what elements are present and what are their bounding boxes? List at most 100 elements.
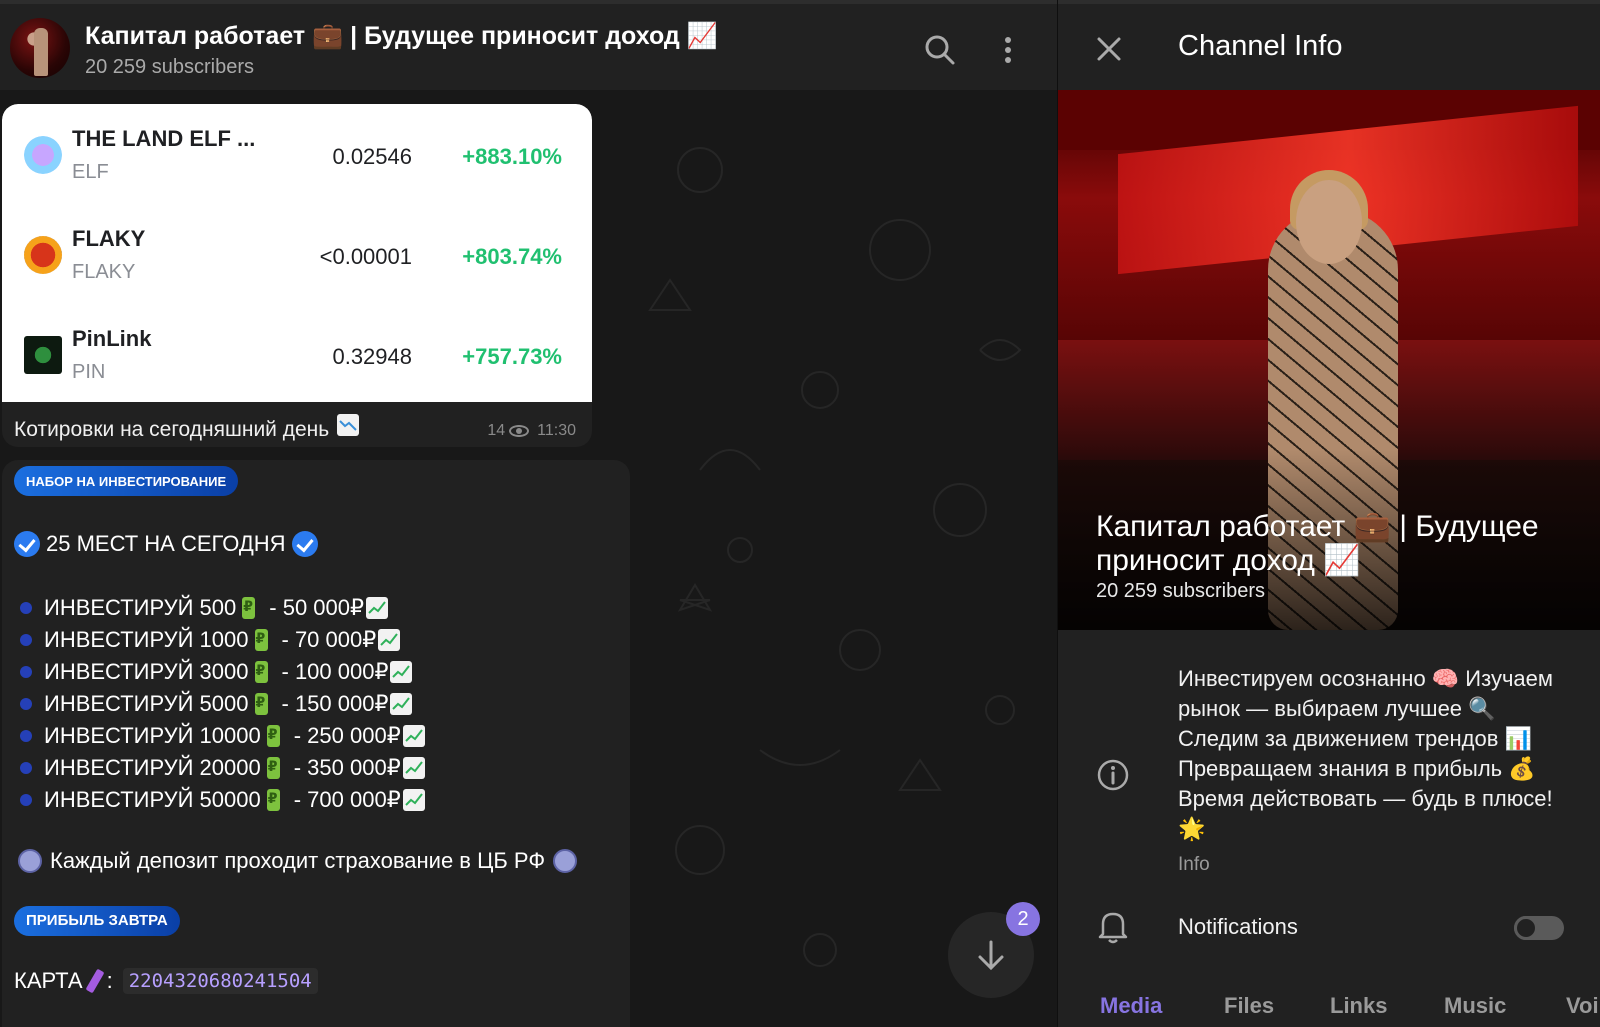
quote-row: THE LAND ELF ... ELF 0.02546 +883.10% [2, 106, 592, 206]
flaky-logo-icon [24, 236, 62, 274]
bank-emblem-icon [553, 849, 578, 873]
quote-row: FLAKY FLAKY <0.00001 +803.74% [2, 206, 592, 306]
bullet-icon [20, 698, 32, 710]
coin-price: 0.02546 [332, 144, 412, 169]
arrow-down-icon [978, 940, 1004, 971]
tab-music[interactable]: Music [1444, 993, 1506, 1019]
card-label: КАРТА [14, 968, 83, 993]
invest-amount: ИНВЕСТИРУЙ 3000 [44, 659, 249, 684]
invest-result: - 350 000₽ [293, 755, 401, 780]
invest-amount: ИНВЕСТИРУЙ 500 [44, 595, 237, 620]
bullet-icon [20, 602, 32, 614]
list-item: ИНВЕСТИРУЙ 50000 - 700 000₽ [20, 784, 425, 816]
invest-amount: ИНВЕСТИРУЙ 1000 [44, 627, 249, 652]
tab-voice[interactable]: Voi [1566, 993, 1599, 1019]
profit-badge: ПРИБЫЛЬ ЗАВТРА [14, 906, 180, 936]
coin-symbol: ELF [72, 161, 109, 183]
notifications-label: Notifications [1178, 914, 1298, 939]
close-icon[interactable] [1094, 34, 1124, 64]
quote-row: PinLink PIN 0.32948 +757.73% [2, 306, 592, 406]
invest-amount: ИНВЕСТИРУЙ 5000 [44, 691, 249, 716]
info-title: Channel Info [1178, 30, 1343, 62]
notifications-row[interactable]: Notifications [1058, 900, 1600, 950]
coin-change: +803.74% [462, 244, 562, 269]
coin-price: <0.00001 [319, 244, 412, 269]
channel-info-pane: Channel Info Капитал работает 💼 | Будуще… [1057, 0, 1600, 1027]
card-number-code[interactable]: 2204320680241504 [122, 968, 318, 994]
bell-icon [1098, 912, 1128, 944]
money-emoji-icon [254, 693, 268, 715]
bullet-icon [20, 762, 32, 774]
info-header: Channel Info [1058, 0, 1600, 90]
chart-up-emoji-icon [378, 629, 401, 651]
description-label: Info [1178, 854, 1210, 875]
chat-pane: Капитал работает 💼 | Будущее приносит до… [0, 0, 1057, 1027]
invest-result: - 100 000₽ [281, 659, 389, 684]
chat-header: Капитал работает 💼 | Будущее приносит до… [0, 0, 1057, 90]
money-emoji-icon [266, 725, 280, 747]
bullet-icon [20, 634, 32, 646]
quotes-image[interactable]: THE LAND ELF ... ELF 0.02546 +883.10% FL… [2, 104, 592, 402]
pen-emoji-icon [85, 968, 105, 994]
invest-badge: НАБОР НА ИНВЕСТИРОВАНИЕ [14, 466, 239, 496]
invest-result: - 700 000₽ [293, 787, 401, 812]
card-line: КАРТА:2204320680241504 [14, 968, 318, 994]
chat-title[interactable]: Капитал работает 💼 | Будущее приносит до… [85, 22, 718, 51]
invest-result: - 70 000₽ [281, 627, 377, 652]
list-item: ИНВЕСТИРУЙ 5000 - 150 000₽ [20, 688, 425, 720]
money-emoji-icon [254, 629, 268, 651]
channel-name: Капитал работает 💼 | Будущее приносит до… [1096, 510, 1539, 577]
media-tabs: Media Files Links Music Voi [1058, 985, 1600, 1027]
bullet-icon [20, 730, 32, 742]
search-icon[interactable] [922, 32, 958, 68]
message-caption: Котировки на сегодняшний день [14, 414, 360, 442]
info-icon [1097, 759, 1129, 791]
channel-description: Инвестируем осознанно 🧠 Изучаем рынок — … [1178, 666, 1554, 841]
money-emoji-icon [266, 789, 280, 811]
seats-text: 25 МЕСТ НА СЕГОДНЯ [46, 531, 286, 557]
chart-up-emoji-icon [390, 661, 413, 683]
list-item: ИНВЕСТИРУЙ 1000 - 70 000₽ [20, 624, 425, 656]
chat-subscriber-count: 20 259 subscribers [85, 56, 254, 78]
verified-check-icon [291, 531, 318, 558]
channel-cover-photo[interactable]: Капитал работает 💼 | Будущее приносит до… [1058, 90, 1600, 630]
insurance-line: Каждый депозит проходит страхование в ЦБ… [18, 848, 585, 874]
tab-files[interactable]: Files [1224, 993, 1274, 1019]
eye-icon [509, 424, 530, 437]
tab-media[interactable]: Media [1100, 993, 1162, 1019]
more-vertical-icon[interactable] [990, 32, 1026, 68]
chart-up-emoji-icon [366, 597, 388, 619]
coin-name: FLAKY [72, 226, 146, 251]
tab-links[interactable]: Links [1330, 993, 1387, 1019]
message-quotes[interactable]: THE LAND ELF ... ELF 0.02546 +883.10% FL… [2, 104, 592, 447]
list-item: ИНВЕСТИРУЙ 3000 - 100 000₽ [20, 656, 425, 688]
money-emoji-icon [266, 757, 280, 779]
coin-change: +883.10% [462, 144, 562, 169]
view-count: 14 [487, 422, 506, 439]
invest-result: - 150 000₽ [281, 691, 389, 716]
list-item: ИНВЕСТИРУЙ 20000 - 350 000₽ [20, 752, 425, 784]
telegram-window: Капитал работает 💼 | Будущее приносит до… [0, 0, 1600, 1027]
message-meta: 14 11:30 [487, 422, 576, 440]
invest-amount: ИНВЕСТИРУЙ 50000 [44, 787, 261, 812]
coin-change: +757.73% [462, 344, 562, 369]
chart-down-emoji-icon [337, 414, 360, 436]
notifications-toggle[interactable] [1514, 916, 1564, 940]
caption-text: Котировки на сегодняшний день [14, 418, 330, 441]
message-time: 11:30 [537, 422, 576, 439]
list-item: ИНВЕСТИРУЙ 500 - 50 000₽ [20, 592, 425, 624]
invest-amount: ИНВЕСТИРУЙ 20000 [44, 755, 261, 780]
coin-price: 0.32948 [332, 344, 412, 369]
unread-count-badge[interactable]: 2 [1006, 902, 1040, 936]
coin-name: THE LAND ELF ... [72, 126, 256, 151]
channel-avatar[interactable] [10, 18, 70, 78]
message-invest[interactable]: НАБОР НА ИНВЕСТИРОВАНИЕ 25 МЕСТ НА СЕГОД… [2, 460, 630, 1027]
invest-list: ИНВЕСТИРУЙ 500 - 50 000₽ ИНВЕСТИРУЙ 1000 -… [20, 592, 425, 816]
chart-up-emoji-icon [402, 789, 425, 811]
verified-check-icon [14, 531, 40, 558]
coin-symbol: PIN [72, 361, 106, 383]
chart-up-emoji-icon [390, 693, 413, 715]
seats-line: 25 МЕСТ НА СЕГОДНЯ [14, 530, 318, 558]
coin-name: PinLink [72, 326, 152, 351]
chart-up-emoji-icon [402, 725, 425, 747]
